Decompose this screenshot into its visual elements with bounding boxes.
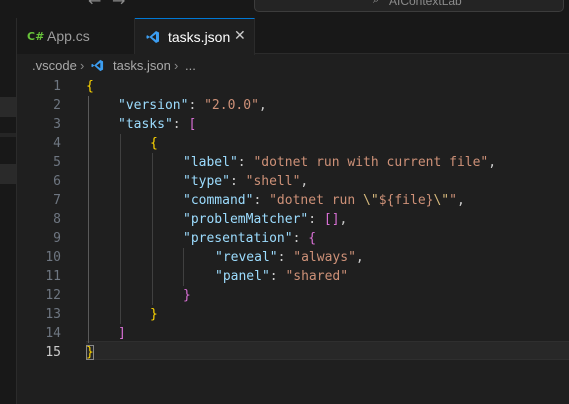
json-string: ${file} bbox=[378, 193, 434, 208]
json-key: "label" bbox=[183, 155, 238, 170]
code-line: "presentation": { bbox=[183, 231, 317, 246]
tab-label: tasks.json bbox=[168, 29, 231, 45]
code-line: "command": "dotnet run \"${file}\"", bbox=[183, 193, 465, 208]
json-escape: \" bbox=[363, 193, 379, 208]
vscode-json-icon bbox=[91, 59, 104, 72]
json-string: "shell" bbox=[245, 174, 301, 189]
line-number: 11 bbox=[45, 269, 61, 284]
line-number: 10 bbox=[45, 250, 61, 265]
bracket-token: [ bbox=[188, 117, 197, 132]
code-line-current: } bbox=[86, 343, 94, 362]
tab-label: App.cs bbox=[47, 28, 90, 44]
json-string: " bbox=[449, 193, 457, 208]
code-line: ] bbox=[118, 324, 126, 343]
editor-tabs: C# App.cs tasks.json ✕ bbox=[17, 18, 569, 55]
line-number-current: 15 bbox=[45, 345, 61, 360]
code-line: "tasks": [ bbox=[118, 117, 197, 132]
json-key: "command" bbox=[183, 193, 254, 208]
command-center-search[interactable]: ⌕ AIContextLab bbox=[254, 0, 564, 12]
sidebar-item-highlight[interactable] bbox=[0, 97, 16, 117]
vscode-window: ← → ⌕ AIContextLab C# App.cs tasks.json … bbox=[0, 0, 569, 404]
line-number: 12 bbox=[45, 288, 61, 303]
line-number: 2 bbox=[53, 98, 61, 113]
line-number: 13 bbox=[45, 307, 61, 322]
brace-token-matched: } bbox=[86, 345, 94, 360]
code-editor[interactable]: 1 2 3 4 5 6 7 8 9 10 11 12 13 14 15 { "v… bbox=[17, 77, 569, 404]
json-string: "dotnet run bbox=[269, 193, 364, 208]
brace-token: } bbox=[150, 307, 158, 322]
breadcrumb-separator: › bbox=[80, 58, 85, 73]
code-line: "problemMatcher": [], bbox=[183, 212, 348, 227]
json-string: "shared" bbox=[285, 269, 349, 284]
line-number: 4 bbox=[53, 136, 61, 151]
json-key: "problemMatcher" bbox=[183, 212, 309, 227]
line-number: 7 bbox=[53, 193, 61, 208]
code-line: } bbox=[183, 286, 191, 305]
json-key: "version" bbox=[118, 98, 189, 113]
breadcrumb-folder[interactable]: .vscode bbox=[32, 58, 77, 74]
sidebar-item-divider bbox=[0, 133, 16, 137]
search-icon: ⌕ bbox=[373, 0, 383, 5]
code-line: { bbox=[86, 77, 94, 96]
code-line: } bbox=[150, 305, 158, 324]
indent-guide bbox=[152, 153, 153, 305]
arrow-right-icon[interactable]: → bbox=[112, 0, 125, 10]
json-string: "always" bbox=[293, 250, 356, 265]
breadcrumb-file[interactable]: tasks.json bbox=[113, 58, 171, 74]
sidebar-item-selected[interactable] bbox=[0, 164, 16, 184]
code-line: "panel": "shared" bbox=[215, 269, 349, 284]
activity-bar bbox=[0, 18, 17, 404]
breadcrumb: .vscode › tasks.json › ... bbox=[17, 55, 569, 77]
breadcrumb-more[interactable]: ... bbox=[185, 58, 196, 74]
title-bar: ← → ⌕ AIContextLab bbox=[0, 0, 569, 18]
line-number: 6 bbox=[53, 174, 61, 189]
code-line: { bbox=[150, 134, 158, 153]
indent-guide bbox=[88, 96, 89, 343]
code-line: "type": "shell", bbox=[183, 174, 309, 189]
code-line: "version": "2.0.0", bbox=[118, 98, 267, 113]
json-key: "panel" bbox=[215, 269, 270, 284]
json-string: "dotnet run with current file" bbox=[253, 155, 489, 170]
vscode-json-icon bbox=[146, 31, 159, 43]
brace-token: } bbox=[183, 288, 191, 303]
json-key: "type" bbox=[183, 174, 230, 189]
json-string: "2.0.0" bbox=[204, 98, 259, 113]
csharp-icon: C# bbox=[27, 29, 45, 43]
indent-guide bbox=[120, 134, 121, 324]
line-number: 5 bbox=[53, 155, 61, 170]
current-line-highlight bbox=[86, 341, 569, 360]
code-line: "reveal": "always", bbox=[215, 250, 364, 265]
line-number: 3 bbox=[53, 117, 61, 132]
json-key: "presentation" bbox=[183, 231, 293, 246]
json-escape: \" bbox=[433, 193, 450, 208]
line-number: 9 bbox=[53, 231, 61, 246]
brace-token: { bbox=[86, 79, 94, 94]
line-number: 1 bbox=[53, 79, 61, 94]
close-icon[interactable]: ✕ bbox=[234, 28, 246, 44]
line-number: 8 bbox=[53, 212, 61, 227]
arrow-left-icon[interactable]: ← bbox=[88, 0, 101, 10]
code-line: "label": "dotnet run with current file", bbox=[183, 155, 497, 170]
brace-token: { bbox=[308, 231, 317, 246]
bracket-token: [] bbox=[323, 212, 340, 227]
indent-guide bbox=[183, 248, 184, 286]
bracket-token: ] bbox=[118, 326, 126, 341]
breadcrumb-separator: › bbox=[174, 58, 179, 73]
brace-token: { bbox=[150, 136, 158, 151]
command-center-label: AIContextLab bbox=[389, 0, 462, 8]
line-number: 14 bbox=[45, 326, 61, 341]
json-key: "tasks" bbox=[118, 117, 173, 132]
tab-app-cs[interactable]: C# App.cs bbox=[17, 18, 135, 54]
json-key: "reveal" bbox=[215, 250, 278, 265]
tab-tasks-json[interactable]: tasks.json ✕ bbox=[135, 18, 255, 55]
